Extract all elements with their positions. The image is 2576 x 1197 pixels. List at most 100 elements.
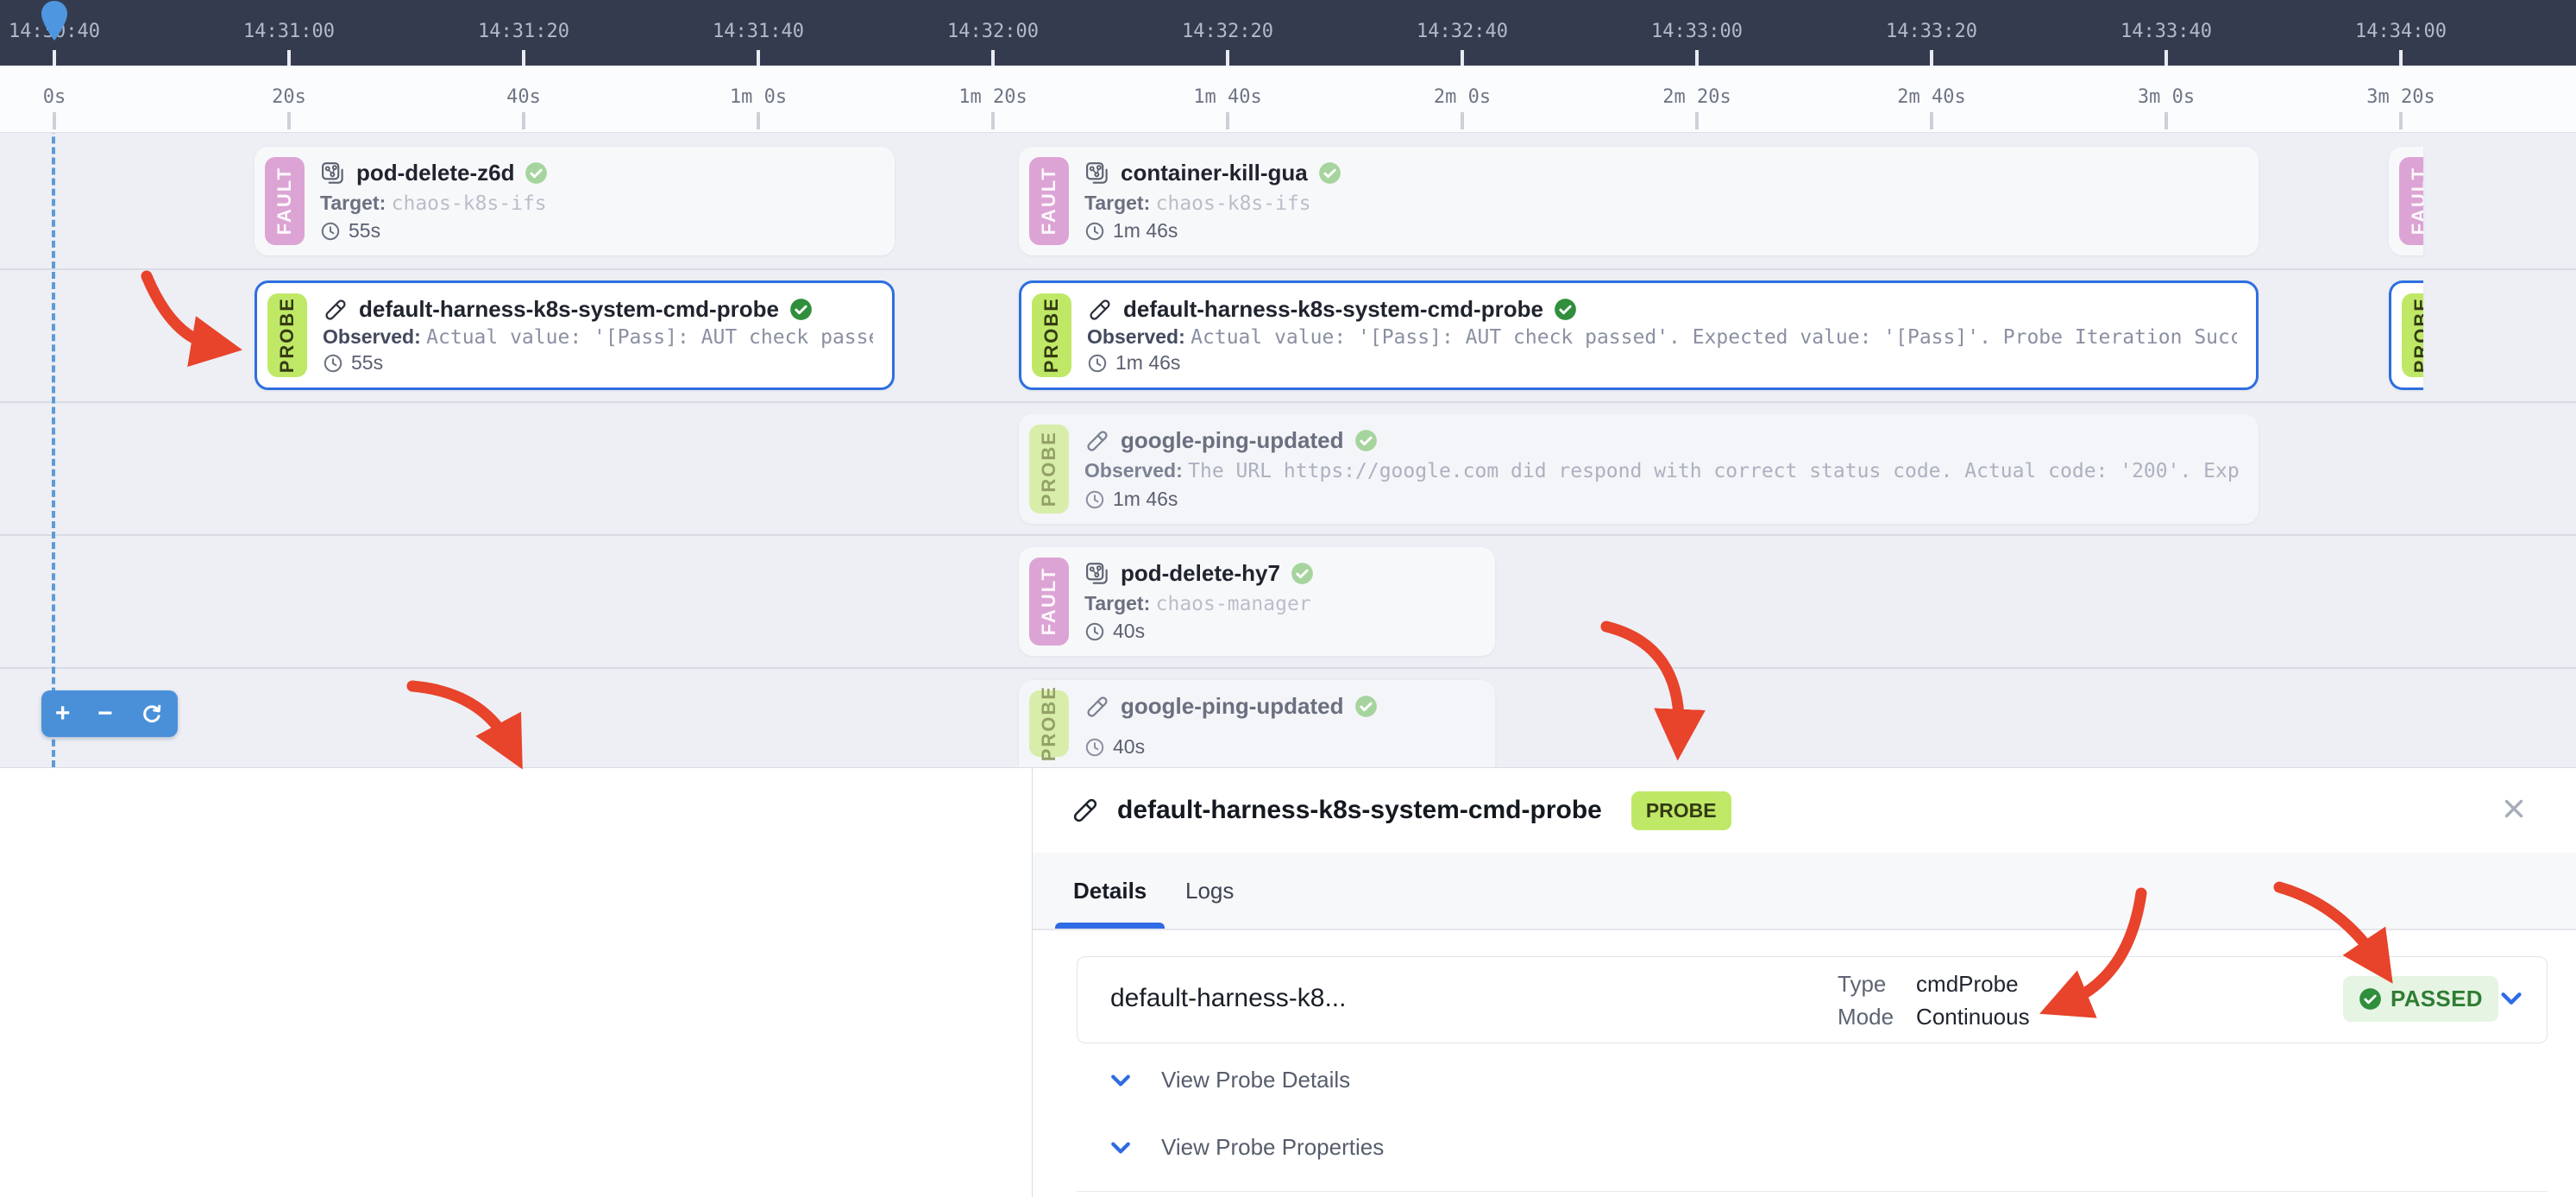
- tick-mark: [1461, 50, 1464, 66]
- tick-mark: [991, 50, 995, 66]
- probe-card-cmd-probe-1[interactable]: PROBE default-harness-k8s-system-cmd-pro…: [254, 280, 895, 390]
- probe-card-google-ping-1[interactable]: PROBE google-ping-updated Observed: The …: [1019, 414, 2259, 524]
- tick-mark: [1461, 112, 1464, 129]
- relative-time-label: 3m 0s: [2138, 86, 2195, 108]
- tab-logs[interactable]: Logs: [1185, 853, 1234, 929]
- timestamp-label: 14:31:40: [713, 21, 804, 42]
- probe-card-google-ping-2[interactable]: PROBE google-ping-updated Observed: The …: [1019, 680, 1495, 767]
- observed-value: The URL https://google.com did respond w…: [1188, 460, 2240, 482]
- mode-label: Mode: [1838, 1004, 1894, 1030]
- event-title: google-ping-updated: [1121, 427, 1344, 454]
- relative-time-label: 1m 0s: [730, 86, 787, 108]
- tick-mark: [1695, 112, 1699, 129]
- tick-mark: [2399, 112, 2403, 129]
- relative-time-label: 40s: [506, 86, 541, 108]
- check-circle-icon: [1291, 562, 1314, 585]
- fault-icon: [320, 161, 346, 186]
- test-tube-icon: [1084, 428, 1110, 454]
- clock-icon: [323, 353, 343, 374]
- relative-time-label: 2m 40s: [1897, 86, 1965, 108]
- fault-card-container-kill-gua[interactable]: FAULT container-kill-gua Target: chaos-k…: [1019, 147, 2259, 255]
- timestamp-label: 14:33:20: [1886, 21, 1977, 42]
- tick-mark: [522, 112, 525, 129]
- test-tube-icon: [323, 297, 349, 323]
- check-circle-icon: [525, 161, 548, 185]
- check-circle-icon: [1318, 161, 1341, 185]
- clock-icon: [1087, 353, 1108, 374]
- event-duration: 55s: [351, 351, 383, 375]
- event-duration: 1m 46s: [1115, 351, 1180, 375]
- chevron-down-icon: [1108, 1068, 1134, 1093]
- relative-time-label: 20s: [272, 86, 306, 108]
- view-probe-details-row[interactable]: View Probe Details: [1108, 1067, 1350, 1093]
- fault-badge: FAULT: [265, 157, 305, 245]
- event-duration: 40s: [1113, 620, 1145, 643]
- playhead-pin-icon[interactable]: [40, 0, 69, 41]
- view-probe-properties-row[interactable]: View Probe Properties: [1108, 1134, 1384, 1161]
- event-duration: 1m 46s: [1113, 219, 1178, 243]
- fault-card-pod-delete-z6d[interactable]: FAULT pod-delete-z6d Target: chaos-k8s-i…: [254, 147, 895, 255]
- reset-zoom-icon: [140, 702, 164, 726]
- tab-details[interactable]: Details: [1073, 853, 1147, 929]
- tick-mark: [757, 112, 760, 129]
- lane-separator: [0, 268, 2576, 270]
- divider: [1077, 1191, 2548, 1192]
- test-tube-icon: [1071, 796, 1100, 825]
- clock-icon: [1084, 737, 1105, 758]
- tick-mark: [1930, 50, 1933, 66]
- zoom-out-button[interactable]: −: [97, 701, 113, 727]
- type-value: cmdProbe: [1916, 971, 2030, 998]
- view-probe-details-label: View Probe Details: [1161, 1067, 1350, 1093]
- expand-probe-button[interactable]: [2497, 985, 2525, 1015]
- event-duration: 55s: [349, 219, 380, 243]
- probe-badge: PROBE: [2402, 293, 2423, 377]
- test-tube-icon: [1087, 297, 1113, 323]
- fault-card-clipped[interactable]: FAULT: [2389, 147, 2423, 255]
- observed-value: Actual value: '[Pass]: AUT check passed'…: [1191, 326, 2237, 349]
- playhead-line[interactable]: [52, 33, 55, 767]
- chaos-timeline-screen: 14:30:4014:31:0014:31:2014:31:4014:32:00…: [0, 0, 2576, 1197]
- relative-time-label: 1m 40s: [1193, 86, 1261, 108]
- target-label: Target:: [1084, 192, 1150, 214]
- check-circle-icon: [789, 298, 813, 321]
- fault-badge: FAULT: [2399, 157, 2423, 245]
- chevron-down-icon: [2497, 985, 2525, 1012]
- target-label: Target:: [1084, 592, 1150, 614]
- tick-mark: [2164, 50, 2168, 66]
- timestamp-label: 14:33:00: [1651, 21, 1743, 42]
- clock-icon: [320, 221, 341, 242]
- relative-time-label: 0s: [43, 86, 66, 108]
- check-circle-icon: [1554, 298, 1577, 321]
- zoom-in-button[interactable]: +: [55, 701, 71, 727]
- absolute-time-bar: 14:30:4014:31:0014:31:2014:31:4014:32:00…: [0, 0, 2576, 66]
- fault-card-pod-delete-hy7[interactable]: FAULT pod-delete-hy7 Target: chaos-manag…: [1019, 547, 1495, 656]
- target-value: chaos-k8s-ifs: [1156, 192, 1311, 215]
- clock-icon: [1084, 221, 1105, 242]
- timestamp-label: 14:34:00: [2355, 21, 2447, 42]
- lane-separator: [0, 401, 2576, 403]
- event-title: pod-delete-hy7: [1121, 560, 1280, 587]
- check-circle-icon: [2359, 987, 2382, 1011]
- event-duration: 40s: [1113, 735, 1145, 759]
- event-title: pod-delete-z6d: [356, 160, 514, 186]
- mode-value: Continuous: [1916, 1004, 2030, 1030]
- event-title: default-harness-k8s-system-cmd-probe: [1123, 296, 1543, 323]
- close-button[interactable]: [2497, 792, 2531, 827]
- probe-card-clipped[interactable]: PROBE: [2389, 280, 2423, 390]
- probe-badge: PROBE: [1029, 425, 1069, 513]
- tick-mark: [287, 112, 291, 129]
- tick-mark: [53, 50, 56, 66]
- check-circle-icon: [1354, 695, 1378, 718]
- relative-time-label: 1m 20s: [958, 86, 1027, 108]
- fault-badge: FAULT: [1029, 558, 1069, 646]
- event-title: default-harness-k8s-system-cmd-probe: [359, 296, 779, 323]
- panel-title: default-harness-k8s-system-cmd-probe: [1117, 796, 1602, 825]
- tick-mark: [1930, 112, 1933, 129]
- lane-separator: [0, 534, 2576, 536]
- probe-badge: PROBE: [267, 293, 307, 377]
- event-title: google-ping-updated: [1121, 693, 1344, 720]
- probe-card-cmd-probe-2[interactable]: PROBE default-harness-k8s-system-cmd-pro…: [1019, 280, 2259, 390]
- target-label: Target:: [320, 192, 386, 214]
- tick-mark: [757, 50, 760, 66]
- reset-zoom-button[interactable]: [140, 702, 164, 726]
